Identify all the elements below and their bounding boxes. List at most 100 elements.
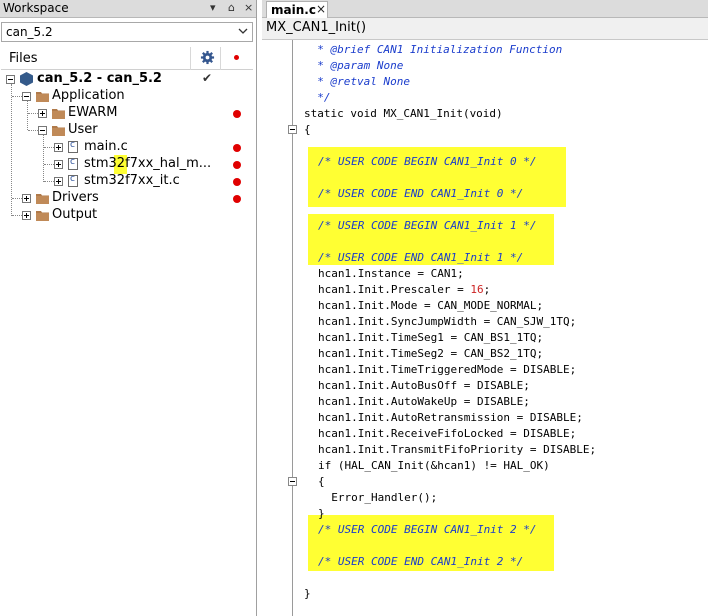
- column-divider: [220, 47, 221, 70]
- workspace-pane: Workspace ▾ ⌂ × can_5.2 Files can_5.2 - …: [0, 0, 257, 616]
- tree-item-output[interactable]: Output: [0, 207, 254, 224]
- comment-text: * @param None: [304, 59, 404, 72]
- code-line[interactable]: /* USER CODE END CAN1_Init 1 */: [318, 250, 523, 266]
- code-line[interactable]: {: [318, 474, 325, 490]
- code-text: hcan1.Init.AutoWakeUp = DISABLE;: [318, 395, 530, 408]
- code-line[interactable]: * @param None: [304, 58, 403, 74]
- code-text: hcan1.Init.TimeSeg2 = CAN_BS2_1TQ;: [318, 347, 544, 360]
- tab-main-c[interactable]: main.c ×: [266, 1, 328, 18]
- code-line[interactable]: /* USER CODE BEGIN CAN1_Init 0 */: [318, 154, 537, 170]
- tree-item-application[interactable]: Application: [0, 88, 254, 105]
- code-line[interactable]: hcan1.Init.Mode = CAN_MODE_NORMAL;: [318, 298, 543, 314]
- tree-item-label: stm32f7xx_it.c: [84, 173, 180, 188]
- tree-item-label: Drivers: [52, 190, 99, 205]
- tree-item-drivers[interactable]: Drivers: [0, 190, 254, 207]
- close-icon[interactable]: ×: [244, 1, 253, 15]
- code-text: hcan1.Init.SyncJumpWidth = CAN_SJW_1TQ;: [318, 315, 577, 328]
- comment-text: */: [304, 91, 331, 104]
- code-line[interactable]: * @retval None: [304, 74, 410, 90]
- code-line[interactable]: /* USER CODE BEGIN CAN1_Init 2 */: [318, 522, 537, 538]
- tree-item-label: User: [68, 122, 98, 137]
- editor-tabstrip: main.c ×: [262, 0, 708, 18]
- comment-text: /* USER CODE END CAN1_Init 1 */: [318, 251, 524, 264]
- code-text: {: [304, 123, 311, 136]
- code-line[interactable]: hcan1.Init.TimeSeg2 = CAN_BS2_1TQ;: [318, 346, 543, 362]
- fold-toggle-icon[interactable]: [288, 477, 297, 486]
- code-line[interactable]: hcan1.Init.TransmitFifoPriority = DISABL…: [318, 442, 596, 458]
- collapse-toggle-icon[interactable]: [38, 126, 47, 135]
- code-line[interactable]: }: [318, 506, 325, 522]
- function-navigation-bar[interactable]: MX_CAN1_Init(): [262, 18, 708, 40]
- breakpoint-icon: [233, 144, 241, 152]
- fold-toggle-icon[interactable]: [288, 125, 297, 134]
- folder-icon: [36, 194, 49, 204]
- code-line[interactable]: hcan1.Init.ReceiveFifoLocked = DISABLE;: [318, 426, 576, 442]
- code-text: }: [304, 587, 311, 600]
- code-text: hcan1.Init.AutoBusOff = DISABLE;: [318, 379, 530, 392]
- close-tab-icon[interactable]: ×: [316, 2, 326, 16]
- expand-toggle-icon[interactable]: [54, 160, 63, 169]
- code-text: hcan1.Init.TimeTriggeredMode = DISABLE;: [318, 363, 577, 376]
- code-line[interactable]: /* USER CODE BEGIN CAN1_Init 1 */: [318, 218, 537, 234]
- code-text: ;: [483, 283, 491, 296]
- code-line[interactable]: * @brief CAN1 Initialization Function: [304, 42, 562, 58]
- comment-text: * @brief CAN1 Initialization Function: [304, 43, 563, 56]
- breakpoint-icon: [233, 195, 241, 203]
- expand-toggle-icon[interactable]: [22, 194, 31, 203]
- comment-text: /* USER CODE BEGIN CAN1_Init 0 */: [318, 155, 537, 168]
- tree-item-hal-msp[interactable]: stm32f7xx_hal_m...: [0, 156, 254, 173]
- expand-toggle-icon[interactable]: [54, 177, 63, 186]
- code-line[interactable]: hcan1.Init.SyncJumpWidth = CAN_SJW_1TQ;: [318, 314, 576, 330]
- code-line[interactable]: hcan1.Init.TimeTriggeredMode = DISABLE;: [318, 362, 576, 378]
- breakpoint-icon: [233, 178, 241, 186]
- workspace-title: Workspace: [3, 1, 69, 15]
- code-line[interactable]: if (HAL_CAN_Init(&hcan1) != HAL_OK): [318, 458, 550, 474]
- code-text: hcan1.Init.Mode = CAN_MODE_NORMAL;: [318, 299, 544, 312]
- collapse-toggle-icon[interactable]: [22, 92, 31, 101]
- breakpoint-icon: [233, 110, 241, 118]
- tree-item-project[interactable]: can_5.2 - can_5.2 ✔: [0, 71, 254, 88]
- code-line[interactable]: {: [304, 122, 311, 138]
- breakpoint-column-icon: [234, 55, 239, 60]
- tree-item-label: main.c: [84, 139, 128, 154]
- project-label: can_5.2 - can_5.2: [37, 71, 162, 86]
- c-file-icon: [68, 140, 78, 153]
- tree-item-it-c[interactable]: stm32f7xx_it.c: [0, 173, 254, 190]
- comment-text: /* USER CODE BEGIN CAN1_Init 2 */: [318, 523, 537, 536]
- code-text: hcan1.Init.AutoRetransmission = DISABLE;: [318, 411, 583, 424]
- code-line[interactable]: hcan1.Init.Prescaler = 16;: [318, 282, 490, 298]
- code-line[interactable]: hcan1.Instance = CAN1;: [318, 266, 464, 282]
- code-line[interactable]: */: [304, 90, 331, 106]
- code-line[interactable]: /* USER CODE END CAN1_Init 0 */: [318, 186, 523, 202]
- number-literal: 16: [470, 283, 484, 296]
- files-header-label: Files: [9, 51, 38, 66]
- gear-icon[interactable]: [200, 50, 215, 65]
- tab-label: main.c: [271, 3, 316, 17]
- pane-menu-icon[interactable]: ▾: [210, 1, 216, 15]
- configuration-select[interactable]: can_5.2: [1, 22, 253, 42]
- code-line[interactable]: /* USER CODE END CAN1_Init 2 */: [318, 554, 523, 570]
- expand-toggle-icon[interactable]: [22, 211, 31, 220]
- project-icon: [20, 72, 33, 86]
- code-line[interactable]: hcan1.Init.AutoWakeUp = DISABLE;: [318, 394, 530, 410]
- tree-item-main-c[interactable]: main.c: [0, 139, 254, 156]
- code-text: hcan1.Init.TransmitFifoPriority = DISABL…: [318, 443, 597, 456]
- code-text: }: [318, 507, 325, 520]
- collapse-toggle-icon[interactable]: [6, 75, 15, 84]
- expand-toggle-icon[interactable]: [38, 109, 47, 118]
- code-text: if (HAL_CAN_Init(&hcan1) != HAL_OK): [318, 459, 550, 472]
- tree-item-user[interactable]: User: [0, 122, 254, 139]
- expand-toggle-icon[interactable]: [54, 143, 63, 152]
- tree-item-label: EWARM: [68, 105, 118, 120]
- code-line[interactable]: hcan1.Init.AutoRetransmission = DISABLE;: [318, 410, 583, 426]
- folder-icon: [52, 126, 65, 136]
- code-line[interactable]: Error_Handler();: [318, 490, 437, 506]
- tree-item-ewarm[interactable]: EWARM: [0, 105, 254, 122]
- code-text: hcan1.Init.TimeSeg1 = CAN_BS1_1TQ;: [318, 331, 544, 344]
- comment-text: * @retval None: [304, 75, 410, 88]
- code-line[interactable]: }: [304, 586, 311, 602]
- code-line[interactable]: static void MX_CAN1_Init(void): [304, 106, 503, 122]
- code-line[interactable]: hcan1.Init.AutoBusOff = DISABLE;: [318, 378, 530, 394]
- code-line[interactable]: hcan1.Init.TimeSeg1 = CAN_BS1_1TQ;: [318, 330, 543, 346]
- pin-icon[interactable]: ⌂: [228, 1, 235, 15]
